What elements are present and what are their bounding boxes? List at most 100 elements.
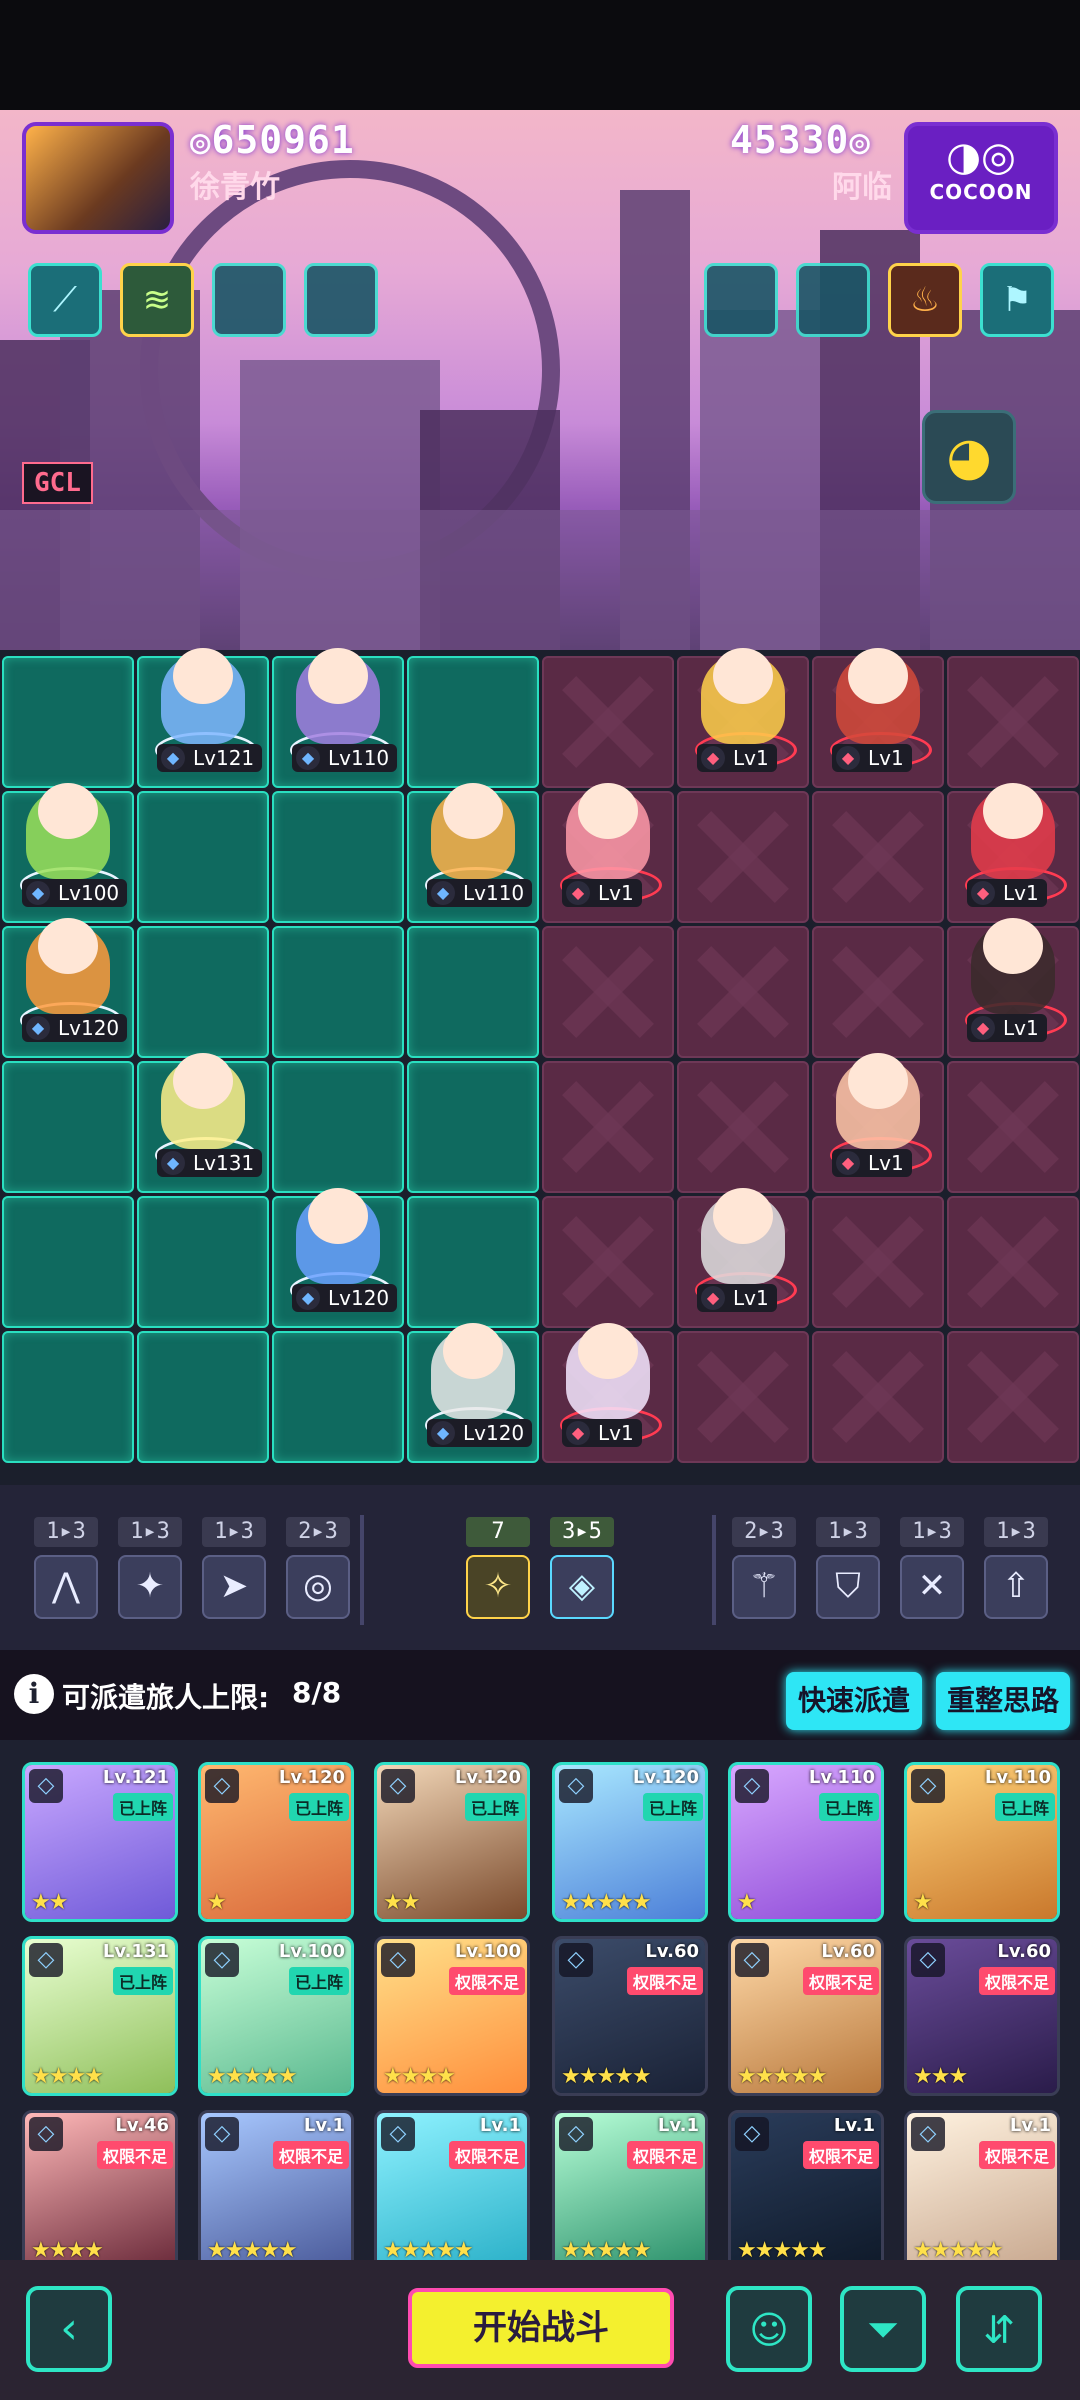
enemy-board-cell[interactable] (542, 1061, 674, 1193)
ally-board-cell[interactable] (272, 926, 404, 1058)
trait-left-2[interactable]: 1▸3 ➤ (202, 1517, 266, 1619)
ally-unit[interactable]: ◆ Lv110 (278, 648, 398, 772)
ally-board-cell[interactable] (2, 656, 134, 788)
sort-button[interactable]: ⇵ (956, 2286, 1042, 2372)
opponent-pacman-button[interactable]: ◕ (922, 410, 1016, 504)
enemy-unit[interactable]: ◆ Lv1 (548, 1323, 668, 1447)
right-buff-slot-1[interactable] (704, 263, 778, 337)
roster-card[interactable]: ◇ Lv.1 权限不足 ★★★★★ (374, 2110, 530, 2270)
roster-card[interactable]: ◇ Lv.131 已上阵 ★★★★ (22, 1936, 178, 2096)
roster-card[interactable]: ◇ Lv.1 权限不足 ★★★★★ (198, 2110, 354, 2270)
roster-card[interactable]: ◇ Lv.120 已上阵 ★ (198, 1762, 354, 1922)
ally-board-cell[interactable] (2, 1061, 134, 1193)
ally-board-cell[interactable] (407, 1196, 539, 1328)
enemy-unit[interactable]: ◆ Lv1 (683, 648, 803, 772)
ally-board-cell[interactable] (407, 926, 539, 1058)
enemy-unit[interactable]: ◆ Lv1 (953, 783, 1073, 907)
enemy-board-cell[interactable] (947, 1196, 1079, 1328)
enemy-unit[interactable]: ◆ Lv1 (818, 1053, 938, 1177)
roster-card[interactable]: ◇ Lv.60 权限不足 ★★★ (904, 1936, 1060, 2096)
trait-center-0[interactable]: 7 ✧ (466, 1517, 530, 1619)
ally-unit[interactable]: ◆ Lv121 (143, 648, 263, 772)
enemy-board-cell[interactable] (812, 926, 944, 1058)
trait-center-1[interactable]: 3▸5 ◈ (550, 1517, 614, 1619)
start-battle-button[interactable]: 开始战斗 (408, 2288, 674, 2368)
ally-board-cell[interactable] (137, 1331, 269, 1463)
left-buff-slot-1[interactable]: ⟋ (28, 263, 102, 337)
ally-unit[interactable]: ◆ Lv110 (413, 783, 533, 907)
roster-card[interactable]: ◇ Lv.120 已上阵 ★★★★★ (552, 1762, 708, 1922)
ally-board-cell[interactable] (272, 791, 404, 923)
roster-card[interactable]: ◇ Lv.1 权限不足 ★★★★★ (552, 2110, 708, 2270)
roster-card[interactable]: ◇ Lv.100 已上阵 ★★★★★ (198, 1936, 354, 2096)
enemy-board-cell[interactable] (947, 1331, 1079, 1463)
enemy-board-cell[interactable] (812, 1331, 944, 1463)
enemy-unit[interactable]: ◆ Lv1 (683, 1188, 803, 1312)
trait-right-1[interactable]: 1▸3 ⛉ (816, 1517, 880, 1619)
ally-board-cell[interactable] (407, 1061, 539, 1193)
ally-unit[interactable]: ◆ Lv131 (143, 1053, 263, 1177)
enemy-unit[interactable]: ◆ Lv1 (548, 783, 668, 907)
ally-board-cell[interactable] (272, 1061, 404, 1193)
ally-board-cell[interactable] (407, 656, 539, 788)
enemy-board-cell[interactable] (947, 1061, 1079, 1193)
ally-board-cell[interactable] (137, 1196, 269, 1328)
enemy-board-cell[interactable] (542, 1196, 674, 1328)
right-buff-slot-3[interactable]: ♨ (888, 263, 962, 337)
back-button[interactable]: ‹ (26, 2286, 112, 2372)
ally-board-cell[interactable] (2, 1196, 134, 1328)
left-buff-slot-2[interactable]: ≋ (120, 263, 194, 337)
status-bar (0, 0, 1080, 110)
roster-card[interactable]: ◇ Lv.121 已上阵 ★★ (22, 1762, 178, 1922)
enemy-board-cell[interactable] (812, 791, 944, 923)
roster-card[interactable]: ◇ Lv.1 权限不足 ★★★★★ (728, 2110, 884, 2270)
ally-unit[interactable]: ◆ Lv120 (8, 918, 128, 1042)
enemy-board-cell[interactable] (542, 656, 674, 788)
info-icon[interactable]: i (14, 1674, 54, 1714)
ally-board-cell[interactable] (272, 1331, 404, 1463)
roster-card[interactable]: ◇ Lv.60 权限不足 ★★★★★ (728, 1936, 884, 2096)
enemy-board-cell[interactable] (677, 1061, 809, 1193)
right-buff-slot-4[interactable]: ⚑ (980, 263, 1054, 337)
reset-strategy-button[interactable]: 重整思路 (936, 1672, 1070, 1730)
cocoon-label: COCOON (929, 180, 1033, 204)
trait-left-3[interactable]: 2▸3 ◎ (286, 1517, 350, 1619)
trait-left-0[interactable]: 1▸3 ⋀ (34, 1517, 98, 1619)
trait-left-1[interactable]: 1▸3 ✦ (118, 1517, 182, 1619)
right-buff-slot-2[interactable] (796, 263, 870, 337)
roster-card[interactable]: ◇ Lv.120 已上阵 ★★ (374, 1762, 530, 1922)
class-icon: ◆ (701, 746, 725, 770)
enemy-board-cell[interactable] (542, 926, 674, 1058)
roster-card[interactable]: ◇ Lv.60 权限不足 ★★★★★ (552, 1936, 708, 2096)
roster-card[interactable]: ◇ Lv.110 已上阵 ★ (728, 1762, 884, 1922)
roster-card[interactable]: ◇ Lv.110 已上阵 ★ (904, 1762, 1060, 1922)
roster-card[interactable]: ◇ Lv.1 权限不足 ★★★★★ (904, 2110, 1060, 2270)
enemy-board-cell[interactable] (677, 791, 809, 923)
quick-deploy-button[interactable]: 快速派遣 (786, 1672, 922, 1730)
enemy-board-cell[interactable] (677, 926, 809, 1058)
trait-right-3[interactable]: 1▸3 ⇧ (984, 1517, 1048, 1619)
trait-right-2[interactable]: 1▸3 ✕ (900, 1517, 964, 1619)
unit-level-tag: ◆ Lv110 (292, 744, 398, 772)
enemy-board-cell[interactable] (812, 1196, 944, 1328)
roster-card[interactable]: ◇ Lv.46 权限不足 ★★★★ (22, 2110, 178, 2270)
ai-assist-button[interactable]: ☺ (726, 2286, 812, 2372)
right-player-avatar[interactable]: ◑◎ COCOON (904, 122, 1058, 234)
enemy-unit[interactable]: ◆ Lv1 (953, 918, 1073, 1042)
enemy-board-cell[interactable] (677, 1331, 809, 1463)
ally-board-cell[interactable] (137, 791, 269, 923)
roster-card[interactable]: ◇ Lv.100 权限不足 ★★★★ (374, 1936, 530, 2096)
ally-unit[interactable]: ◆ Lv120 (278, 1188, 398, 1312)
ally-board-cell[interactable] (137, 926, 269, 1058)
left-player-avatar[interactable] (22, 122, 174, 234)
enemy-unit[interactable]: ◆ Lv1 (818, 648, 938, 772)
left-buff-slot-3[interactable] (212, 263, 286, 337)
trait-bar: 1▸3 ⋀ 1▸3 ✦ 1▸3 ➤ 2▸3 ◎ 7 ✧ 3▸5 ◈ 2▸3 ⚚ 1▸3 ⛉ 1▸3 ✕ 1▸3 ⇧ (0, 1485, 1080, 1650)
enemy-board-cell[interactable] (947, 656, 1079, 788)
filter-button[interactable]: ⏷ (840, 2286, 926, 2372)
trait-right-0[interactable]: 2▸3 ⚚ (732, 1517, 796, 1619)
ally-board-cell[interactable] (2, 1331, 134, 1463)
ally-unit[interactable]: ◆ Lv120 (413, 1323, 533, 1447)
ally-unit[interactable]: ◆ Lv100 (8, 783, 128, 907)
left-buff-slot-4[interactable] (304, 263, 378, 337)
